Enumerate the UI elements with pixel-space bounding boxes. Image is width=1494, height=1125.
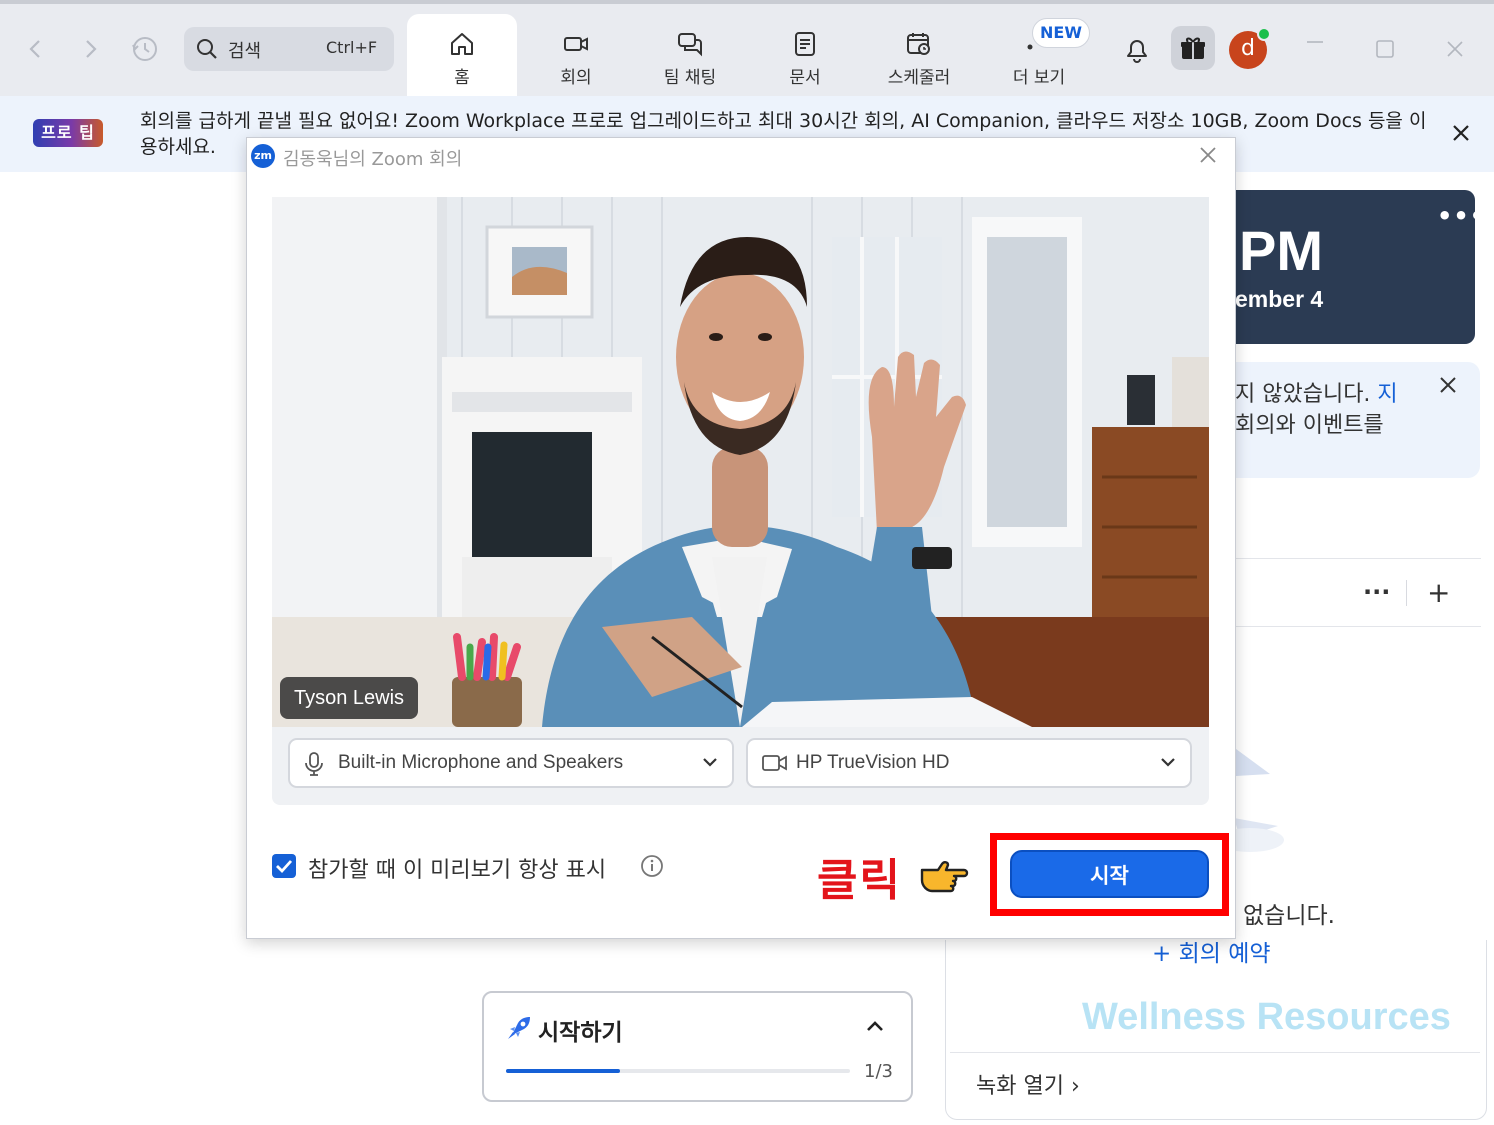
video-device-value: HP TrueVision HD xyxy=(796,752,950,773)
upcoming-meeting-card: PM ember 4 ••• xyxy=(1225,190,1485,344)
gift-button[interactable] xyxy=(1171,26,1215,70)
tab-home[interactable]: 홈 xyxy=(407,14,517,96)
video-preview: Tyson Lewis xyxy=(272,197,1209,727)
info-text-part: 지 않았습니다. xyxy=(1235,382,1378,407)
meeting-preview-dialog: zm 김동욱님의 Zoom 회의 Tyson Lewis Built-in Mi… xyxy=(246,137,1236,939)
always-show-preview-checkbox[interactable] xyxy=(272,854,296,878)
add-icon[interactable]: + xyxy=(1427,576,1450,609)
right-panel-frame xyxy=(945,940,1487,1120)
calendar-info-card: 지 않았습니다. 지 회의와 이벤트를 xyxy=(1225,362,1480,478)
card-date: ember 4 xyxy=(1235,286,1324,312)
pro-tip-badge: 프로 팁 xyxy=(33,119,103,147)
tab-meetings-label: 회의 xyxy=(560,68,592,88)
checkmark-icon xyxy=(276,860,293,874)
forward-arrow-icon[interactable] xyxy=(82,38,100,60)
search-shortcut: Ctrl+F xyxy=(326,38,378,57)
tab-more-label: 더 보기 xyxy=(1012,68,1066,88)
click-annotation-text: 클릭 xyxy=(817,855,902,906)
tab-scheduler[interactable]: 스케줄러 xyxy=(864,14,974,96)
tab-meetings[interactable]: 회의 xyxy=(521,14,631,96)
rocket-icon xyxy=(506,1015,532,1041)
audio-device-select[interactable]: Built-in Microphone and Speakers xyxy=(288,738,734,788)
getting-started-progress xyxy=(506,1069,850,1073)
always-show-preview-label[interactable]: 참가할 때 이 미리보기 항상 표시 xyxy=(308,852,606,884)
more-icon xyxy=(1027,44,1033,50)
search-placeholder: 검색 xyxy=(228,41,262,62)
tab-docs-label: 문서 xyxy=(789,68,821,88)
tab-docs[interactable]: 문서 xyxy=(750,14,860,96)
close-dialog-icon[interactable] xyxy=(1199,146,1217,164)
title-bar: 검색 Ctrl+F 홈 회의 팀 채팅 문서 스케줄러 더 보기 NEW d xyxy=(0,0,1494,96)
empty-meetings-text: 없습니다. xyxy=(1243,903,1335,929)
scheduler-icon xyxy=(905,30,933,58)
new-badge: NEW xyxy=(1032,18,1090,48)
info-icon[interactable] xyxy=(640,854,664,878)
card-time: PM xyxy=(1239,219,1323,282)
video-camera-icon xyxy=(762,752,788,774)
participant-name-tag: Tyson Lewis xyxy=(280,677,419,719)
top-edge xyxy=(0,0,1494,4)
getting-started-card[interactable]: 시작하기 1/3 xyxy=(482,991,913,1102)
progress-fill xyxy=(506,1069,620,1073)
close-info-icon[interactable] xyxy=(1439,376,1457,394)
collapse-chevron-icon[interactable] xyxy=(866,1019,884,1033)
tab-scheduler-label: 스케줄러 xyxy=(887,68,951,88)
panel-toolbar-separator xyxy=(1406,580,1407,606)
camera-preview-image xyxy=(272,197,1209,727)
document-icon xyxy=(791,30,819,58)
tab-team-chat-label: 팀 채팅 xyxy=(663,68,717,88)
device-selector-bar: Built-in Microphone and Speakers HP True… xyxy=(272,727,1209,805)
card-more-icon[interactable]: ••• xyxy=(1437,202,1486,230)
gift-icon xyxy=(1180,35,1206,61)
back-arrow-icon[interactable] xyxy=(26,38,44,60)
pointing-hand-icon xyxy=(918,854,970,898)
info-link[interactable]: 지 xyxy=(1377,382,1397,407)
progress-count: 1/3 xyxy=(864,1061,893,1082)
empty-state-illustration xyxy=(1230,740,1290,860)
chevron-down-icon xyxy=(702,756,718,768)
panel-divider xyxy=(1235,558,1481,559)
search-icon xyxy=(196,38,218,60)
getting-started-title: 시작하기 xyxy=(538,1020,623,1046)
video-device-select[interactable]: HP TrueVision HD xyxy=(746,738,1192,788)
close-window-icon[interactable] xyxy=(1446,40,1464,58)
minimize-icon[interactable] xyxy=(1305,32,1325,52)
history-icon[interactable] xyxy=(131,35,159,63)
zoom-logo-icon: zm xyxy=(251,144,275,168)
close-banner-icon[interactable] xyxy=(1452,124,1470,142)
home-icon xyxy=(448,30,476,58)
info-text-line1: 지 않았습니다. 지 xyxy=(1235,376,1398,408)
tab-team-chat[interactable]: 팀 채팅 xyxy=(635,14,745,96)
chat-icon xyxy=(676,30,704,58)
maximize-icon[interactable] xyxy=(1376,40,1394,58)
microphone-icon xyxy=(304,752,324,776)
search-box[interactable]: 검색 Ctrl+F xyxy=(184,27,394,71)
start-button[interactable]: 시작 xyxy=(1010,850,1209,898)
video-camera-icon xyxy=(562,30,590,58)
chevron-down-icon xyxy=(1160,756,1176,768)
presence-status-dot xyxy=(1257,27,1271,41)
panel-divider xyxy=(1235,626,1481,627)
dialog-title: 김동욱님의 Zoom 회의 xyxy=(283,149,463,170)
audio-device-value: Built-in Microphone and Speakers xyxy=(338,752,624,773)
tab-home-label: 홈 xyxy=(454,68,470,88)
info-text-line2: 회의와 이벤트를 xyxy=(1235,413,1384,438)
bell-icon[interactable] xyxy=(1123,35,1151,65)
panel-more-icon[interactable]: ··· xyxy=(1363,578,1390,606)
